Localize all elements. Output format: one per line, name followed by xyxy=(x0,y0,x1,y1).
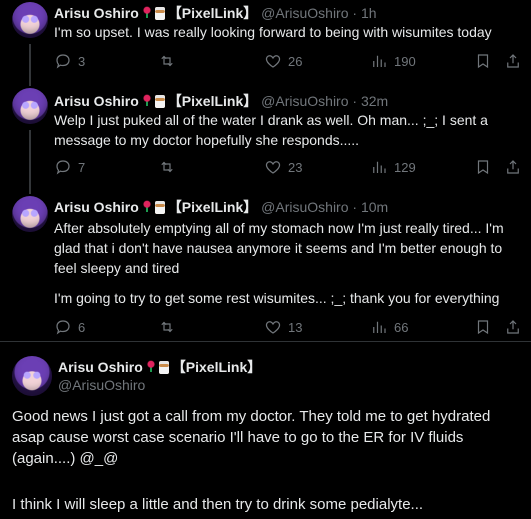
tweet-header: Arisu Oshiro 【PixelLink】 @ArisuOshiro · 1… xyxy=(54,4,377,22)
avatar[interactable] xyxy=(12,356,52,396)
bookmark-icon xyxy=(477,160,489,175)
reply-icon xyxy=(56,160,70,175)
like-button[interactable]: 13 xyxy=(264,318,302,336)
avatar[interactable] xyxy=(12,196,48,232)
main-tweet-header: Arisu Oshiro 【PixelLink】 xyxy=(58,358,261,376)
tweet-header: Arisu Oshiro 【PixelLink】 @ArisuOshiro · 1… xyxy=(54,198,388,216)
clipboard-emoji-icon xyxy=(154,7,165,20)
flower-emoji-icon xyxy=(141,6,152,20)
bookmark-icon xyxy=(477,54,489,69)
reply-icon xyxy=(56,320,70,335)
views-count: 66 xyxy=(394,319,409,335)
tweet-actions: 6 13 66 xyxy=(54,318,524,338)
reply-count: 7 xyxy=(78,159,86,175)
retweet-icon xyxy=(161,161,173,173)
tweet-text: Welp I just puked all of the water I dra… xyxy=(54,112,488,148)
like-count: 26 xyxy=(288,53,303,69)
author-badge: 【PixelLink】 xyxy=(167,93,258,109)
views-button[interactable]: 190 xyxy=(370,52,416,70)
author-name[interactable]: Arisu Oshiro xyxy=(54,199,139,215)
views-button[interactable]: 66 xyxy=(370,318,408,336)
tweet-text-paragraph-2: I think I will sleep a little and then t… xyxy=(12,496,424,513)
thread-line xyxy=(29,44,31,86)
like-count: 13 xyxy=(288,319,303,335)
tweet-actions: 7 23 129 xyxy=(54,158,524,178)
retweet-button[interactable] xyxy=(158,318,176,336)
views-button[interactable]: 129 xyxy=(370,158,416,176)
like-icon xyxy=(265,321,281,334)
like-icon xyxy=(265,161,281,174)
bookmark-button[interactable] xyxy=(474,158,492,176)
retweet-icon xyxy=(161,321,173,333)
share-button[interactable] xyxy=(504,52,522,70)
flower-emoji-icon xyxy=(141,200,152,214)
handle-time[interactable]: @ArisuOshiro · 10m xyxy=(261,199,388,215)
author-badge: 【PixelLink】 xyxy=(167,199,258,215)
flower-emoji-icon xyxy=(141,94,152,108)
reply-button[interactable]: 6 xyxy=(54,318,85,336)
views-count: 129 xyxy=(394,159,416,175)
flower-emoji-icon xyxy=(145,360,156,374)
clipboard-emoji-icon xyxy=(158,361,169,374)
reply-count: 3 xyxy=(78,53,86,69)
reply-icon xyxy=(56,54,70,69)
retweet-button[interactable] xyxy=(158,158,176,176)
author-badge: 【PixelLink】 xyxy=(171,359,262,375)
tweet-actions: 3 26 190 xyxy=(54,52,524,72)
reply-count: 6 xyxy=(78,319,86,335)
like-button[interactable]: 23 xyxy=(264,158,302,176)
retweet-icon xyxy=(161,55,173,67)
author-name[interactable]: Arisu Oshiro xyxy=(58,359,143,375)
author-handle[interactable]: @ArisuOshiro xyxy=(58,376,145,394)
tweet-text-paragraph-2: I'm going to try to get some rest wisumi… xyxy=(54,290,500,306)
tweet-text: After absolutely emptying all of my stom… xyxy=(54,220,504,276)
avatar[interactable] xyxy=(12,2,48,38)
views-count: 190 xyxy=(394,53,416,69)
author-name[interactable]: Arisu Oshiro xyxy=(54,5,139,21)
like-icon xyxy=(265,55,281,68)
handle-time[interactable]: @ArisuOshiro · 1h xyxy=(261,5,376,21)
share-icon xyxy=(507,320,519,334)
tweet-text: Good news I just got a call from my doct… xyxy=(12,408,491,467)
clipboard-emoji-icon xyxy=(154,201,165,214)
share-icon xyxy=(507,160,519,174)
views-icon xyxy=(373,321,386,333)
bookmark-icon xyxy=(477,320,489,335)
like-count: 23 xyxy=(288,159,303,175)
thread-line xyxy=(29,130,31,194)
author-badge: 【PixelLink】 xyxy=(167,5,258,21)
share-icon xyxy=(507,54,519,68)
reply-button[interactable]: 3 xyxy=(54,52,85,70)
views-icon xyxy=(373,55,386,67)
divider xyxy=(0,341,531,342)
retweet-button[interactable] xyxy=(158,52,176,70)
reply-button[interactable]: 7 xyxy=(54,158,85,176)
tweet-text: I'm so upset. I was really looking forwa… xyxy=(54,24,492,40)
clipboard-emoji-icon xyxy=(154,95,165,108)
share-button[interactable] xyxy=(504,158,522,176)
share-button[interactable] xyxy=(504,318,522,336)
tweet-header: Arisu Oshiro 【PixelLink】 @ArisuOshiro · 3… xyxy=(54,92,388,110)
author-name[interactable]: Arisu Oshiro xyxy=(54,93,139,109)
views-icon xyxy=(373,161,386,173)
bookmark-button[interactable] xyxy=(474,318,492,336)
bookmark-button[interactable] xyxy=(474,52,492,70)
avatar[interactable] xyxy=(12,88,48,124)
handle-time[interactable]: @ArisuOshiro · 32m xyxy=(261,93,388,109)
like-button[interactable]: 26 xyxy=(264,52,302,70)
